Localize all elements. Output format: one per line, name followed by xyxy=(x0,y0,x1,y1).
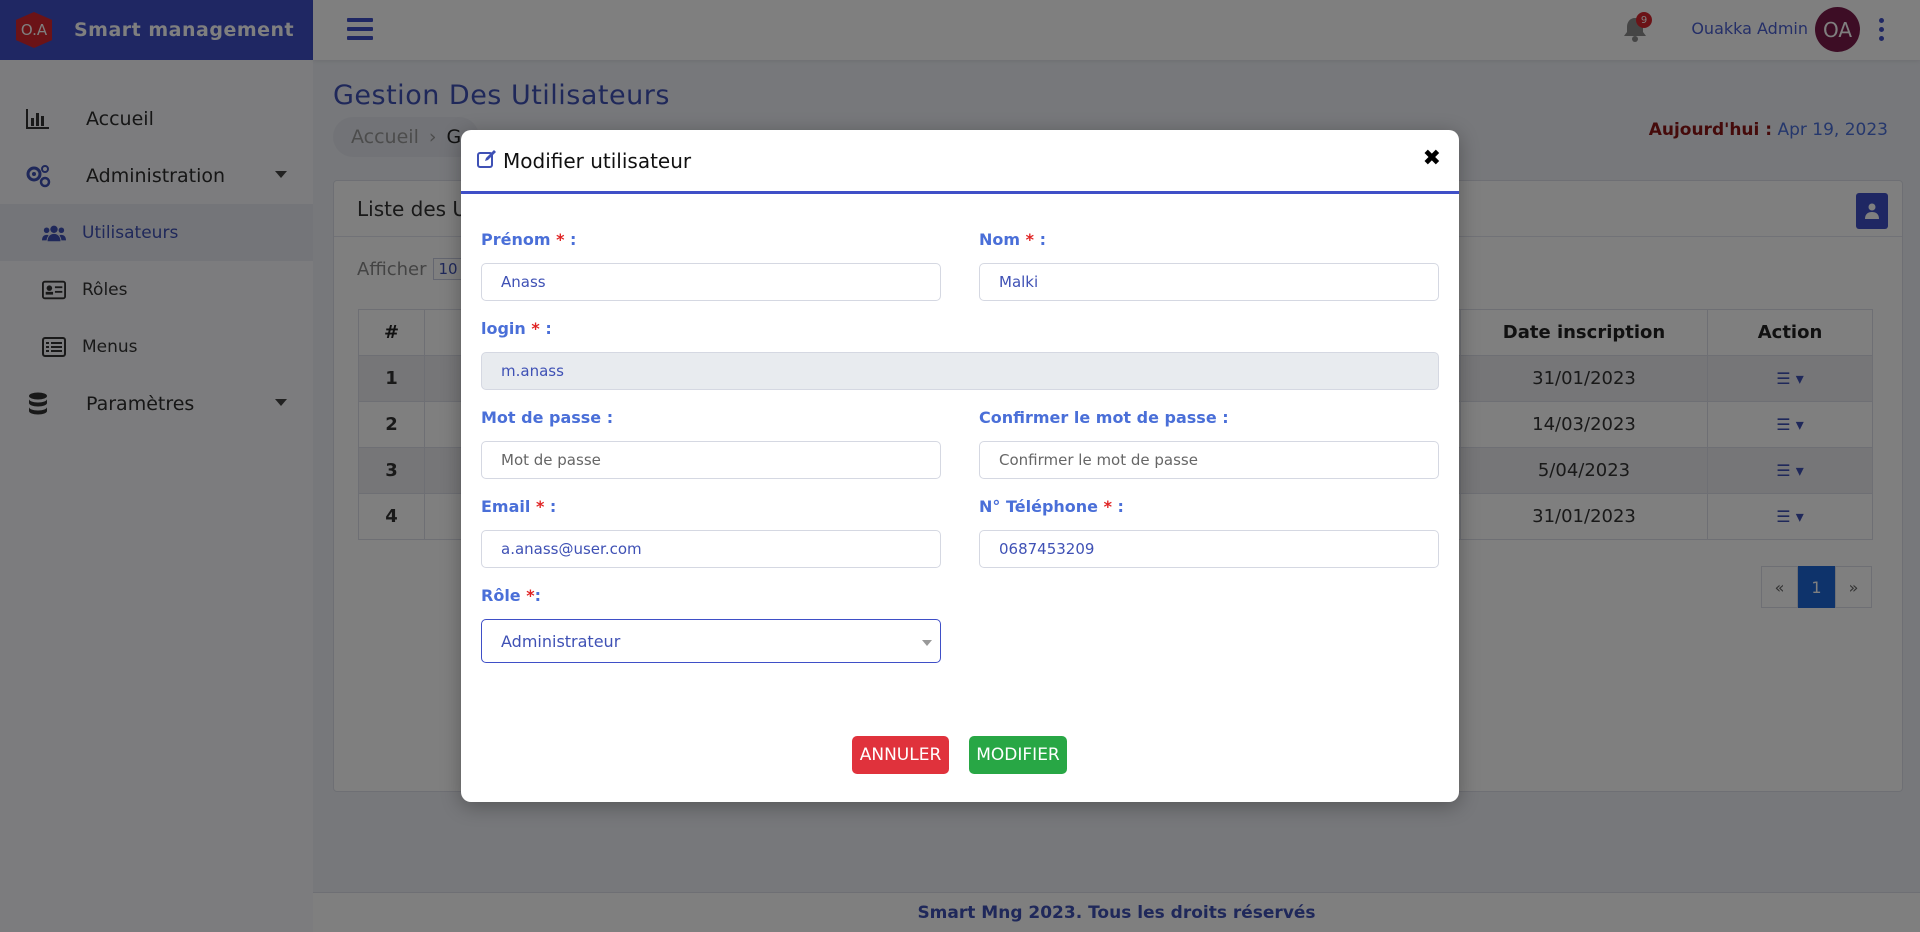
login-field[interactable] xyxy=(481,352,1439,390)
role-select[interactable]: Administrateur xyxy=(481,619,941,663)
password-group: Mot de passe : xyxy=(481,408,941,479)
role-group: Rôle *: Administrateur xyxy=(481,586,941,663)
prenom-label: Prénom * : xyxy=(481,230,577,249)
modal-title: Modifier utilisateur xyxy=(503,148,692,173)
phone-group: N° Téléphone * : xyxy=(979,497,1439,568)
confirm-password-field[interactable] xyxy=(979,441,1439,479)
login-label: login * : xyxy=(481,319,552,338)
phone-label: N° Téléphone * : xyxy=(979,497,1124,516)
password-field[interactable] xyxy=(481,441,941,479)
nom-group: Nom * : xyxy=(979,230,1439,301)
email-field[interactable] xyxy=(481,530,941,568)
confirm-password-label: Confirmer le mot de passe : xyxy=(979,408,1229,427)
login-group: login * : xyxy=(481,319,1439,390)
confirm-password-group: Confirmer le mot de passe : xyxy=(979,408,1439,479)
prenom-group: Prénom * : xyxy=(481,230,941,301)
edit-icon xyxy=(477,149,497,173)
close-icon[interactable]: ✖ xyxy=(1423,146,1441,171)
modal-header: Modifier utilisateur xyxy=(461,130,1459,194)
email-group: Email * : xyxy=(481,497,941,568)
chevron-down-icon xyxy=(922,640,932,646)
role-label: Rôle *: xyxy=(481,586,542,605)
phone-field[interactable] xyxy=(979,530,1439,568)
edit-user-modal: Modifier utilisateur ✖ Prénom * : Nom * … xyxy=(461,130,1459,802)
save-button[interactable]: MODIFIER xyxy=(969,736,1067,774)
nom-label: Nom * : xyxy=(979,230,1046,249)
email-label: Email * : xyxy=(481,497,557,516)
prenom-field[interactable] xyxy=(481,263,941,301)
nom-field[interactable] xyxy=(979,263,1439,301)
password-label: Mot de passe : xyxy=(481,408,614,427)
role-selected-value: Administrateur xyxy=(501,631,621,651)
cancel-button[interactable]: ANNULER xyxy=(852,736,949,774)
